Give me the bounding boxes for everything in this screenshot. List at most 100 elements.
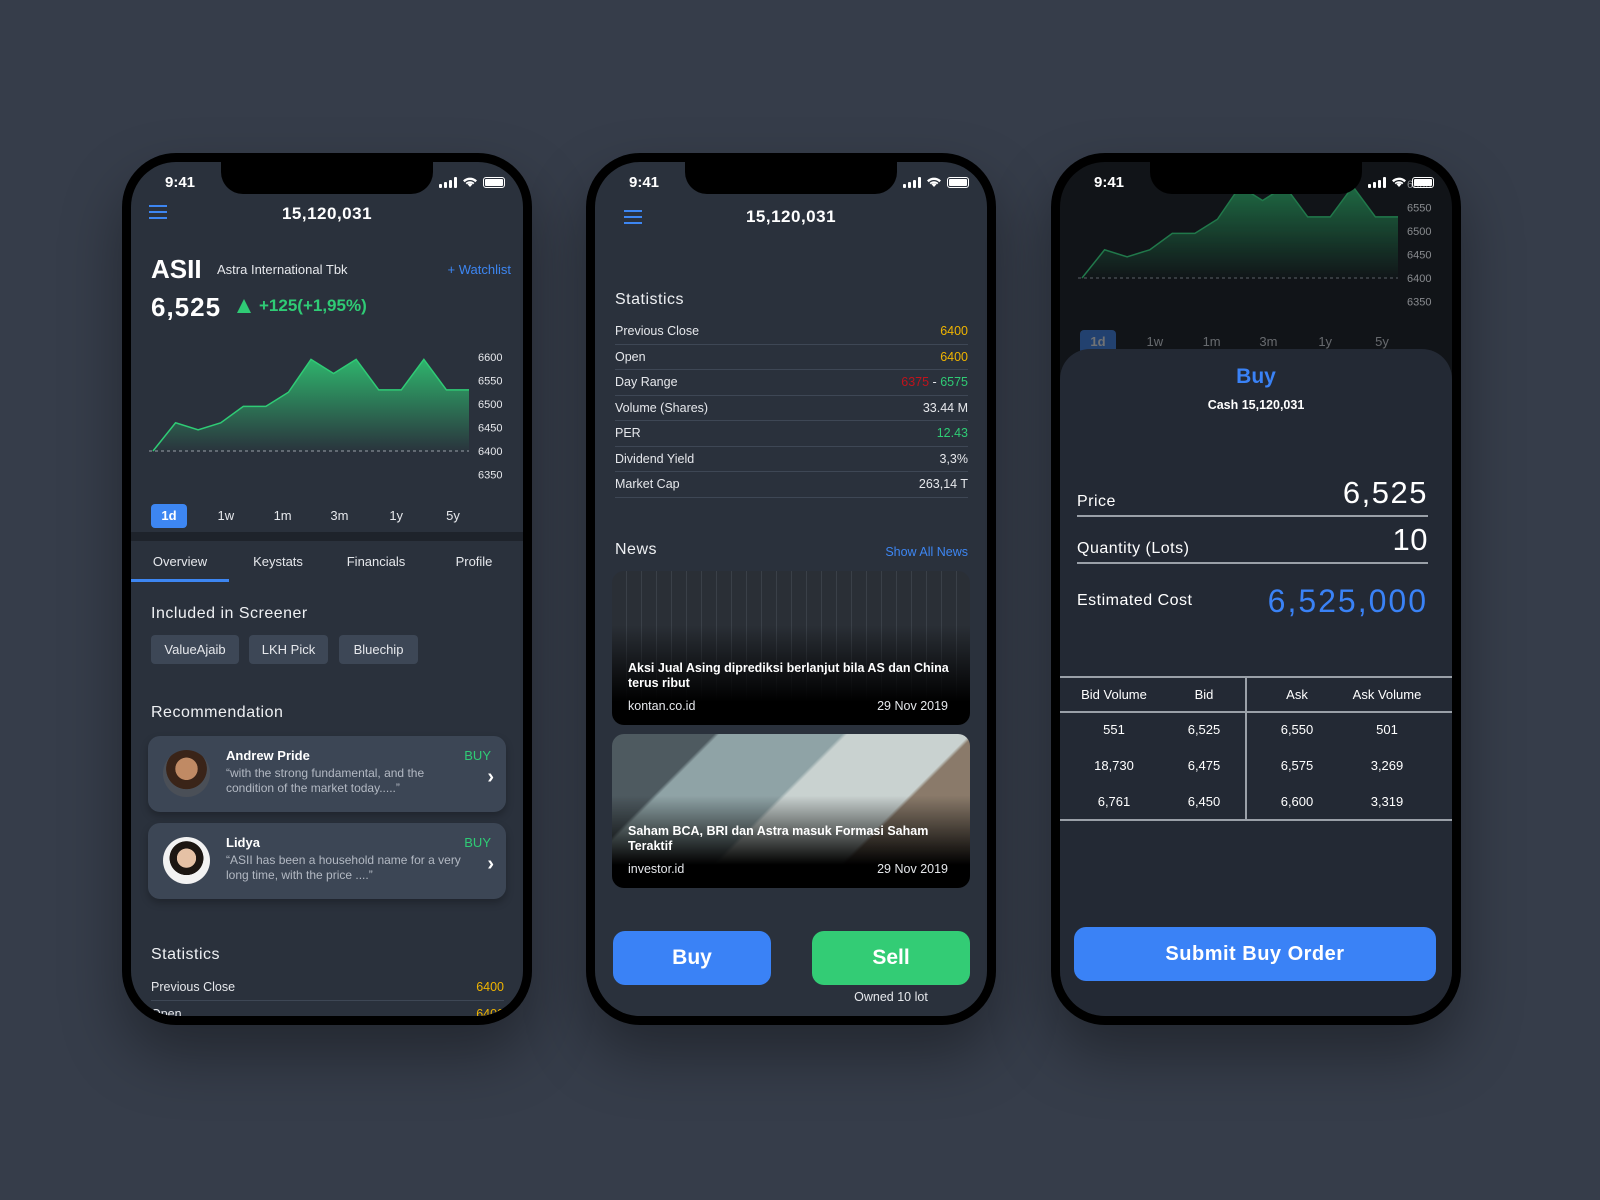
detail-tabs: Overview Keystats Financials Profile (131, 554, 523, 582)
statistics-title: Statistics (615, 291, 685, 308)
period-1m[interactable]: 1m (265, 504, 301, 528)
recommendation-card[interactable]: Lidya “ASII has been a household name fo… (148, 823, 506, 899)
status-icons (1368, 176, 1434, 188)
buy-sheet: Buy Cash 15,120,031 Price 6,525 Quantity … (1060, 349, 1452, 1016)
stat-value: 33.44 M (922, 400, 968, 415)
triangle-up-icon (237, 299, 251, 313)
news-date: 29 Nov 2019 (877, 862, 948, 876)
status-icons (903, 176, 969, 188)
chip-lkh-pick[interactable]: LKH Pick (249, 635, 328, 664)
day-range-high: 6575 (940, 375, 968, 390)
news-source: investor.id (628, 862, 685, 876)
sell-button[interactable]: Sell (812, 931, 970, 985)
cash-balance: 15,120,031 (281, 204, 373, 223)
news-headline: Aksi Jual Asing diprediksi berlanjut bil… (628, 661, 949, 690)
buy-button[interactable]: Buy (613, 931, 771, 985)
sheet-title: Buy (1236, 365, 1276, 388)
stat-value: 3,3% (939, 451, 969, 466)
orderbook-header: Bid Volume (1081, 687, 1147, 702)
stat-row: Dividend Yield 3,3% (615, 447, 969, 472)
stat-label: Previous Close (615, 324, 700, 339)
period-1w[interactable]: 1w (208, 504, 244, 528)
price-chart: 6600 6550 6500 6450 6400 6350 (149, 352, 502, 482)
day-range-value: 6375 - 6575 (901, 375, 968, 389)
chip-bluechip[interactable]: Bluechip (339, 635, 418, 664)
quantity-field[interactable]: Quantity (Lots) 10 (1077, 522, 1428, 564)
recommendation-text: “with the strong fundamental, and the co… (226, 766, 425, 795)
stat-row: Open 6400 (151, 1001, 504, 1016)
period-1d[interactable]: 1d (151, 504, 187, 528)
stat-value: 6400 (940, 324, 968, 339)
avatar (163, 837, 210, 884)
estimated-cost: Estimated Cost 6,525,000 (1077, 577, 1428, 625)
stat-row: Previous Close 6400 (151, 975, 504, 1001)
price-input[interactable]: 6,525 (1343, 475, 1428, 511)
recommendation-text: “ASII has been a household name for a ve… (226, 853, 461, 882)
period-selector: 1d 1w 1m 3m 1y 5y (151, 504, 471, 528)
stat-value: 263,14 T (918, 477, 968, 492)
news-date: 29 Nov 2019 (877, 699, 948, 713)
recommender-name: Lidya (226, 835, 260, 850)
cost-label: Estimated Cost (1077, 592, 1193, 609)
y-tick-label: 6600 (478, 352, 502, 364)
orderbook-cell: 6,525 (1187, 722, 1221, 737)
orderbook-header: Ask (1286, 687, 1308, 702)
battery-icon (483, 176, 505, 188)
status-time: 9:41 (1094, 174, 1125, 191)
stat-label: Volume (Shares) (615, 400, 709, 415)
cost-value: 6,525,000 (1267, 582, 1428, 619)
statistics-title: Statistics (151, 946, 221, 963)
period-1y[interactable]: 1y (378, 504, 414, 528)
recommendation-title: Recommendation (151, 704, 284, 721)
notch (1150, 162, 1362, 194)
tab-keystats[interactable]: Keystats (229, 554, 327, 582)
period-5y[interactable]: 5y (435, 504, 471, 528)
order-book: Bid Volume Bid Ask Ask Volume 551 6,525 6,550 5… (1060, 676, 1452, 821)
orderbook-cell: 6,550 (1280, 722, 1314, 737)
quantity-input[interactable]: 10 (1393, 522, 1428, 558)
news-card[interactable]: Aksi Jual Asing diprediksi berlanjut bil… (612, 571, 970, 725)
orderbook-cell: 18,730 (1094, 758, 1134, 773)
add-watchlist-link[interactable]: + Watchlist (448, 262, 511, 277)
stat-value: 6400 (476, 980, 504, 995)
orderbook-cell: 6,761 (1097, 794, 1131, 809)
recommender-name: Andrew Pride (226, 748, 310, 763)
signal-icon (1368, 176, 1386, 188)
y-tick-label: 6350 (1407, 297, 1431, 309)
chip-valueajaib[interactable]: ValueAjaib (151, 635, 239, 664)
chart-area (1082, 186, 1398, 278)
y-tick-label: 6500 (478, 399, 502, 411)
price-field[interactable]: Price 6,525 (1077, 475, 1428, 517)
y-tick-label: 6500 (1407, 226, 1431, 238)
tab-financials[interactable]: Financials (327, 554, 425, 582)
day-range-separator: - (929, 375, 941, 390)
news-card[interactable]: Saham BCA, BRI dan Astra masuk Formasi S… (612, 734, 970, 888)
stat-value: 12.43 (936, 426, 968, 441)
stat-row: Open 6400 (615, 345, 968, 370)
status-icons (439, 176, 505, 188)
status-time: 9:41 (165, 174, 196, 191)
screener-title: Included in Screener (151, 605, 308, 622)
submit-buy-order-button[interactable]: Submit Buy Order (1074, 927, 1436, 981)
period-3m[interactable]: 3m (321, 504, 357, 528)
stat-label: PER (615, 426, 641, 441)
divider (131, 532, 523, 541)
phone-overview: 9:41 15,120,031 ASII Astra International… (122, 153, 532, 1025)
orderbook-cell: 501 (1376, 722, 1398, 737)
owned-lots: Owned 10 lot (854, 990, 928, 1004)
wifi-icon (927, 177, 941, 187)
show-all-news-link[interactable]: Show All News (885, 545, 968, 559)
chevron-right-icon[interactable]: › (487, 853, 494, 876)
stat-value: 6400 (940, 349, 968, 364)
news-title: News (615, 541, 658, 558)
recommendation-card[interactable]: Andrew Pride “with the strong fundamenta… (148, 736, 506, 812)
stat-row: Volume (Shares) 33.44 M (615, 396, 968, 421)
tab-profile[interactable]: Profile (425, 554, 523, 582)
stat-label: Day Range (615, 375, 678, 390)
stock-ticker: ASII (151, 254, 202, 284)
chevron-right-icon[interactable]: › (487, 766, 494, 789)
notch (685, 162, 897, 194)
orderbook-cell: 6,575 (1280, 758, 1314, 773)
day-range-low: 6375 (901, 375, 930, 390)
tab-overview[interactable]: Overview (131, 554, 229, 582)
